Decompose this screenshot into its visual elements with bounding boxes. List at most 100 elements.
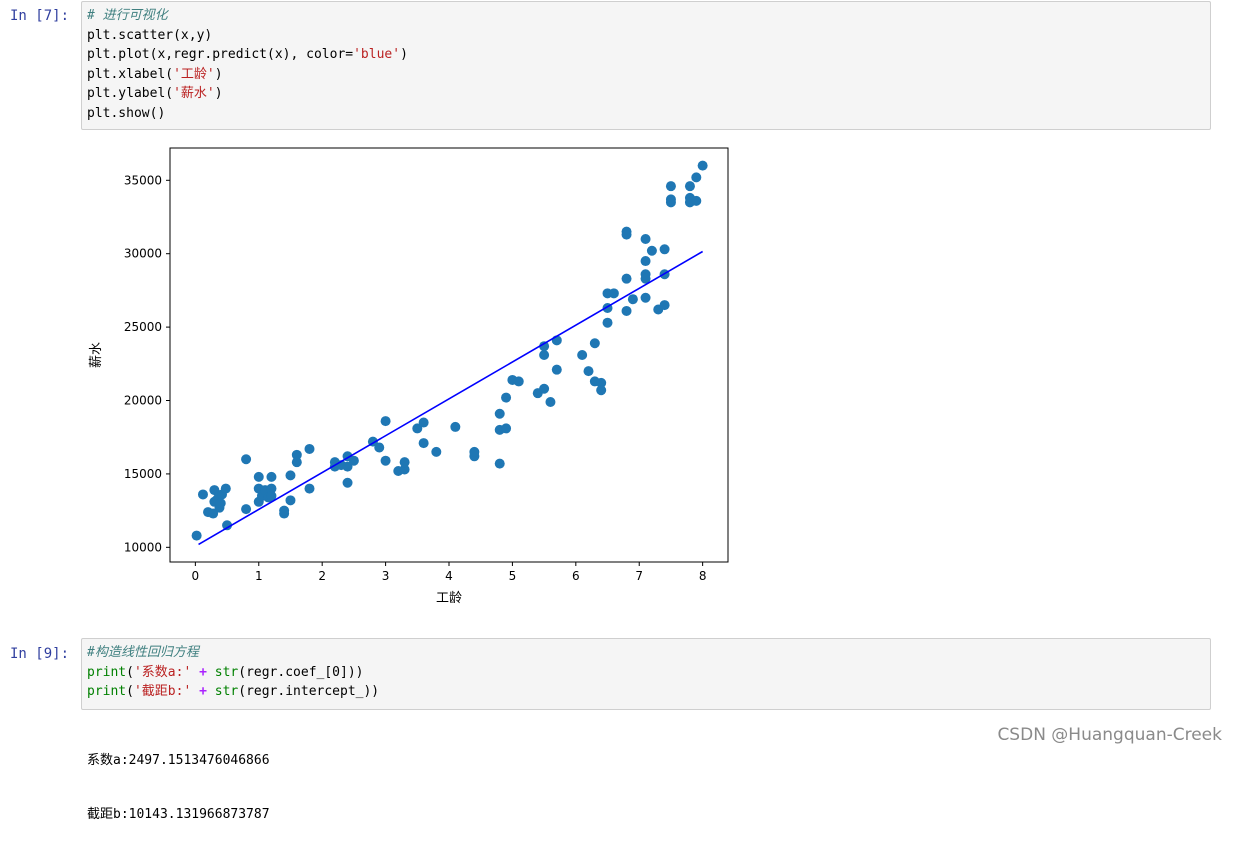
scatter-point bbox=[254, 472, 264, 482]
code-token: '截距b:' bbox=[134, 684, 191, 699]
scatter-point bbox=[349, 456, 359, 466]
code-line: plt.scatter(x,y) bbox=[87, 26, 1205, 46]
scatter-point bbox=[577, 350, 587, 360]
x-tick-label: 4 bbox=[445, 569, 453, 583]
scatter-point bbox=[622, 306, 632, 316]
scatter-point bbox=[501, 393, 511, 403]
code-token: + bbox=[199, 665, 207, 680]
scatter-point bbox=[305, 484, 315, 494]
scatter-point bbox=[419, 418, 429, 428]
y-tick-label: 35000 bbox=[124, 173, 162, 187]
x-tick-label: 5 bbox=[509, 569, 517, 583]
code-token: plt.scatter(x,y) bbox=[87, 28, 212, 43]
scatter-point bbox=[381, 456, 391, 466]
code-token: + bbox=[199, 684, 207, 699]
y-tick-label: 30000 bbox=[124, 247, 162, 261]
y-axis-label: 薪水 bbox=[89, 342, 104, 368]
watermark-text: CSDN @Huangquan-Creek bbox=[997, 725, 1222, 745]
scatter-point bbox=[514, 376, 524, 386]
scatter-point bbox=[216, 498, 226, 508]
code-token: ( bbox=[126, 684, 134, 699]
code-token: 'blue' bbox=[353, 47, 400, 62]
code-token: '薪水' bbox=[173, 86, 215, 101]
scatter-point bbox=[660, 300, 670, 310]
scatter-point bbox=[285, 495, 295, 505]
scatter-point bbox=[698, 161, 708, 171]
scatter-point bbox=[628, 294, 638, 304]
x-tick-label: 3 bbox=[382, 569, 390, 583]
x-tick-label: 2 bbox=[318, 569, 326, 583]
code-token: plt.plot(x,regr.predict(x), color= bbox=[87, 47, 353, 62]
code-token: '系数a:' bbox=[134, 665, 191, 680]
code-token bbox=[191, 665, 199, 680]
scatter-point bbox=[552, 365, 562, 375]
code-input-cell-1[interactable]: # 进行可视化 plt.scatter(x,y) plt.plot(x,regr.p… bbox=[81, 1, 1211, 130]
x-axis-label: 工龄 bbox=[436, 591, 462, 606]
cell-output-2: 系数a:2497.1513476046866 截距b:10143.1319668… bbox=[87, 716, 270, 842]
code-line: # 进行可视化 bbox=[87, 6, 1205, 26]
scatter-point bbox=[221, 484, 231, 494]
scatter-point bbox=[609, 288, 619, 298]
scatter-point bbox=[641, 293, 651, 303]
code-line: plt.plot(x,regr.predict(x), color='blue'… bbox=[87, 45, 1205, 65]
scatter-point bbox=[660, 244, 670, 254]
scatter-point bbox=[691, 196, 701, 206]
scatter-point bbox=[647, 246, 657, 256]
scatter-point bbox=[495, 409, 505, 419]
x-tick-label: 8 bbox=[699, 569, 707, 583]
scatter-point bbox=[450, 422, 460, 432]
y-tick-label: 20000 bbox=[124, 394, 162, 408]
scatter-point bbox=[641, 256, 651, 266]
scatter-point bbox=[666, 197, 676, 207]
code-token: ) bbox=[400, 47, 408, 62]
cell-prompt-1: In [7]: bbox=[10, 8, 69, 24]
code-token bbox=[207, 684, 215, 699]
scatter-point bbox=[495, 459, 505, 469]
scatter-point bbox=[266, 472, 276, 482]
scatter-point bbox=[685, 181, 695, 191]
scatter-point bbox=[539, 350, 549, 360]
scatter-point bbox=[305, 444, 315, 454]
scatter-point bbox=[501, 423, 511, 433]
code-input-cell-2[interactable]: #构造线性回归方程 print('系数a:' + str(regr.coef_[0… bbox=[81, 638, 1211, 710]
scatter-point bbox=[622, 274, 632, 284]
scatter-point bbox=[400, 457, 410, 467]
cell-prompt-2: In [9]: bbox=[10, 646, 69, 662]
code-token: str bbox=[215, 665, 238, 680]
x-tick-label: 6 bbox=[572, 569, 580, 583]
scatter-point bbox=[691, 172, 701, 182]
scatter-point bbox=[545, 397, 555, 407]
code-line: plt.show() bbox=[87, 104, 1205, 124]
scatter-point bbox=[590, 338, 600, 348]
code-token: '工龄' bbox=[173, 67, 215, 82]
scatter-point bbox=[241, 504, 251, 514]
code-token: #构造线性回归方程 bbox=[87, 645, 199, 660]
code-line: print('截距b:' + str(regr.intercept_)) bbox=[87, 682, 1205, 702]
output-line-intercept: 截距b:10143.131966873787 bbox=[87, 806, 270, 824]
scatter-point bbox=[192, 531, 202, 541]
scatter-point bbox=[381, 416, 391, 426]
code-token: str bbox=[215, 684, 238, 699]
scatter-plot-chart: 012345678100001500020000250003000035000工… bbox=[85, 140, 745, 620]
code-token: print bbox=[87, 665, 126, 680]
scatter-point bbox=[374, 442, 384, 452]
code-token: ( bbox=[126, 665, 134, 680]
scatter-point bbox=[584, 366, 594, 376]
scatter-point bbox=[241, 454, 251, 464]
scatter-point bbox=[285, 470, 295, 480]
code-line: plt.xlabel('工龄') bbox=[87, 65, 1205, 85]
scatter-point bbox=[292, 457, 302, 467]
x-tick-label: 7 bbox=[635, 569, 643, 583]
code-token bbox=[191, 684, 199, 699]
code-token: print bbox=[87, 684, 126, 699]
y-tick-label: 25000 bbox=[124, 320, 162, 334]
code-line: print('系数a:' + str(regr.coef_[0])) bbox=[87, 663, 1205, 683]
scatter-point bbox=[641, 234, 651, 244]
y-tick-label: 15000 bbox=[124, 467, 162, 481]
y-tick-label: 10000 bbox=[124, 540, 162, 554]
code-token: ) bbox=[215, 86, 223, 101]
code-token: (regr.coef_[0])) bbox=[238, 665, 363, 680]
code-token: plt.show() bbox=[87, 106, 165, 121]
code-token bbox=[207, 665, 215, 680]
scatter-point bbox=[469, 447, 479, 457]
